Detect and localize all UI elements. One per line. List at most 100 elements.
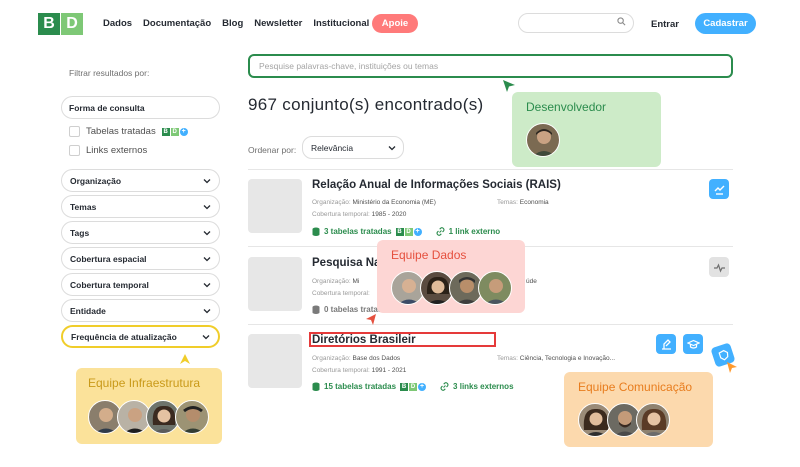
- card-title: Desenvolvedor: [526, 100, 607, 114]
- chevron-down-icon: [202, 334, 210, 339]
- card-desenvolvedor: Desenvolvedor: [512, 92, 661, 167]
- card-title: Equipe Comunicação: [578, 380, 693, 394]
- filter-temas[interactable]: Temas: [61, 195, 220, 218]
- cursor-arrow-icon: [366, 314, 376, 325]
- filter-tags[interactable]: Tags: [61, 221, 220, 244]
- card-equipe-infraestrutura: Equipe Infraestrutura: [76, 368, 222, 444]
- checkbox[interactable]: [69, 145, 80, 156]
- tables-link[interactable]: 3 tabelas tratadas B D +: [312, 227, 422, 236]
- nav-newsletter[interactable]: Newsletter: [254, 18, 302, 29]
- card-equipe-comunicacao: Equipe Comunicação: [564, 372, 713, 447]
- dataset-temas: úde: [526, 278, 537, 285]
- check-label: Tabelas tratadas: [86, 126, 156, 137]
- logo[interactable]: B D: [38, 13, 83, 35]
- dataset-title[interactable]: Pesquisa Nac: [312, 257, 387, 269]
- dataset-thumbnail[interactable]: [248, 334, 302, 388]
- filter-label: Entidade: [70, 305, 106, 316]
- nav-institucional[interactable]: Institucional: [313, 18, 369, 29]
- database-icon: [312, 227, 320, 236]
- nav-blog[interactable]: Blog: [222, 18, 243, 29]
- health-icon[interactable]: [709, 257, 729, 277]
- bd-plus-icon: B D +: [395, 227, 422, 236]
- card-title: Equipe Dados: [391, 248, 467, 262]
- dataset-thumbnail[interactable]: [248, 257, 302, 311]
- tables-link[interactable]: 15 tabelas tratadas B D +: [312, 382, 427, 391]
- filter-organizacao[interactable]: Organização: [61, 169, 220, 192]
- order-value: Relevância: [311, 143, 354, 153]
- logo-d: D: [61, 13, 83, 35]
- filter-cobertura-espacial[interactable]: Cobertura espacial: [61, 247, 220, 270]
- card-title: Equipe Infraestrutura: [88, 376, 201, 390]
- dataset-org: Organização: Base dos Dados: [312, 355, 401, 362]
- highlight-rectangle: [309, 332, 496, 347]
- avatar: [478, 271, 512, 305]
- dataset-org: Organização: Mi: [312, 278, 360, 285]
- filter-label: Cobertura temporal: [70, 279, 149, 290]
- database-icon: [312, 305, 320, 314]
- science-icon[interactable]: [656, 334, 676, 354]
- cadastrar-button[interactable]: Cadastrar: [695, 13, 756, 34]
- dataset-cobertura: Cobertura temporal: 1991 - 2021: [312, 367, 407, 374]
- filter-label: Cobertura espacial: [70, 253, 147, 264]
- cursor-arrow-icon: [503, 80, 515, 92]
- avatar: [636, 403, 670, 437]
- filter-label: Tags: [70, 227, 90, 238]
- cursor-arrow-icon: [180, 354, 190, 364]
- filter-cobertura-temporal[interactable]: Cobertura temporal: [61, 273, 220, 296]
- header-search-input[interactable]: [518, 13, 634, 33]
- filter-label: Filtrar resultados por:: [69, 68, 150, 78]
- filter-frequencia-atualizacao[interactable]: Frequência de atualização: [61, 325, 220, 348]
- chevron-down-icon: [203, 178, 211, 183]
- dataset-cobertura: Cobertura temporal: 1985 - 2020: [312, 211, 407, 218]
- economy-icon[interactable]: [709, 179, 729, 199]
- search-icon: [617, 17, 626, 26]
- entrar-link[interactable]: Entrar: [651, 19, 679, 30]
- divider: [248, 169, 733, 170]
- link-icon: [436, 227, 445, 236]
- check-tabelas-tratadas[interactable]: Tabelas tratadas B D +: [69, 126, 188, 137]
- order-select[interactable]: Relevância: [302, 136, 404, 159]
- check-links-externos[interactable]: Links externos: [69, 145, 147, 156]
- education-icon[interactable]: [683, 334, 703, 354]
- chevron-down-icon: [203, 230, 211, 235]
- cursor-arrow-icon: [727, 362, 737, 373]
- dataset-links: 3 tabelas tratadas B D + 1 link externo: [312, 227, 500, 236]
- result-count: 967 conjunto(s) encontrado(s): [248, 95, 484, 114]
- dataset-cobertura: Cobertura temporal:: [312, 290, 370, 297]
- apoie-button[interactable]: Apoie: [372, 14, 418, 33]
- card-equipe-dados: Equipe Dados: [377, 240, 525, 313]
- chevron-down-icon: [203, 204, 211, 209]
- avatar: [526, 123, 560, 157]
- external-link[interactable]: 3 links externos: [440, 382, 514, 391]
- nav-dados[interactable]: Dados: [103, 18, 132, 29]
- filter-label: Frequência de atualização: [71, 331, 177, 342]
- external-link[interactable]: 1 link externo: [436, 227, 500, 236]
- dataset-org: Organização: Ministério da Economia (ME): [312, 199, 436, 206]
- checkbox[interactable]: [69, 126, 80, 137]
- dataset-links: 15 tabelas tratadas B D + 3 links externos: [312, 382, 514, 391]
- filter-label: Organização: [70, 175, 122, 186]
- chevron-down-icon: [203, 282, 211, 287]
- filter-entidade[interactable]: Entidade: [61, 299, 220, 322]
- nav-documentacao[interactable]: Documentação: [143, 18, 211, 29]
- main-search-input[interactable]: Pesquise palavras-chave, instituições ou…: [248, 54, 733, 78]
- order-label: Ordenar por:: [248, 145, 297, 155]
- dataset-thumbnail[interactable]: [248, 179, 302, 233]
- logo-b: B: [38, 13, 60, 35]
- divider: [248, 324, 733, 325]
- link-icon: [440, 382, 449, 391]
- avatar: [175, 400, 209, 434]
- chevron-down-icon: [388, 146, 396, 151]
- bd-plus-icon: B D +: [161, 127, 188, 136]
- chevron-down-icon: [203, 256, 211, 261]
- bd-plus-icon: B D +: [400, 382, 427, 391]
- dataset-temas: Temas: Ciência, Tecnologia e Inovação...: [497, 355, 616, 362]
- main-nav: Dados Documentação Blog Newsletter Insti…: [103, 18, 369, 29]
- check-label: Links externos: [86, 145, 148, 156]
- filter-label: Temas: [70, 201, 97, 212]
- dataset-temas: Temas: Economia: [497, 199, 549, 206]
- dataset-title[interactable]: Relação Anual de Informações Sociais (RA…: [312, 179, 561, 191]
- chevron-down-icon: [203, 308, 211, 313]
- database-icon: [312, 382, 320, 391]
- forma-consulta-header[interactable]: Forma de consulta: [61, 96, 220, 119]
